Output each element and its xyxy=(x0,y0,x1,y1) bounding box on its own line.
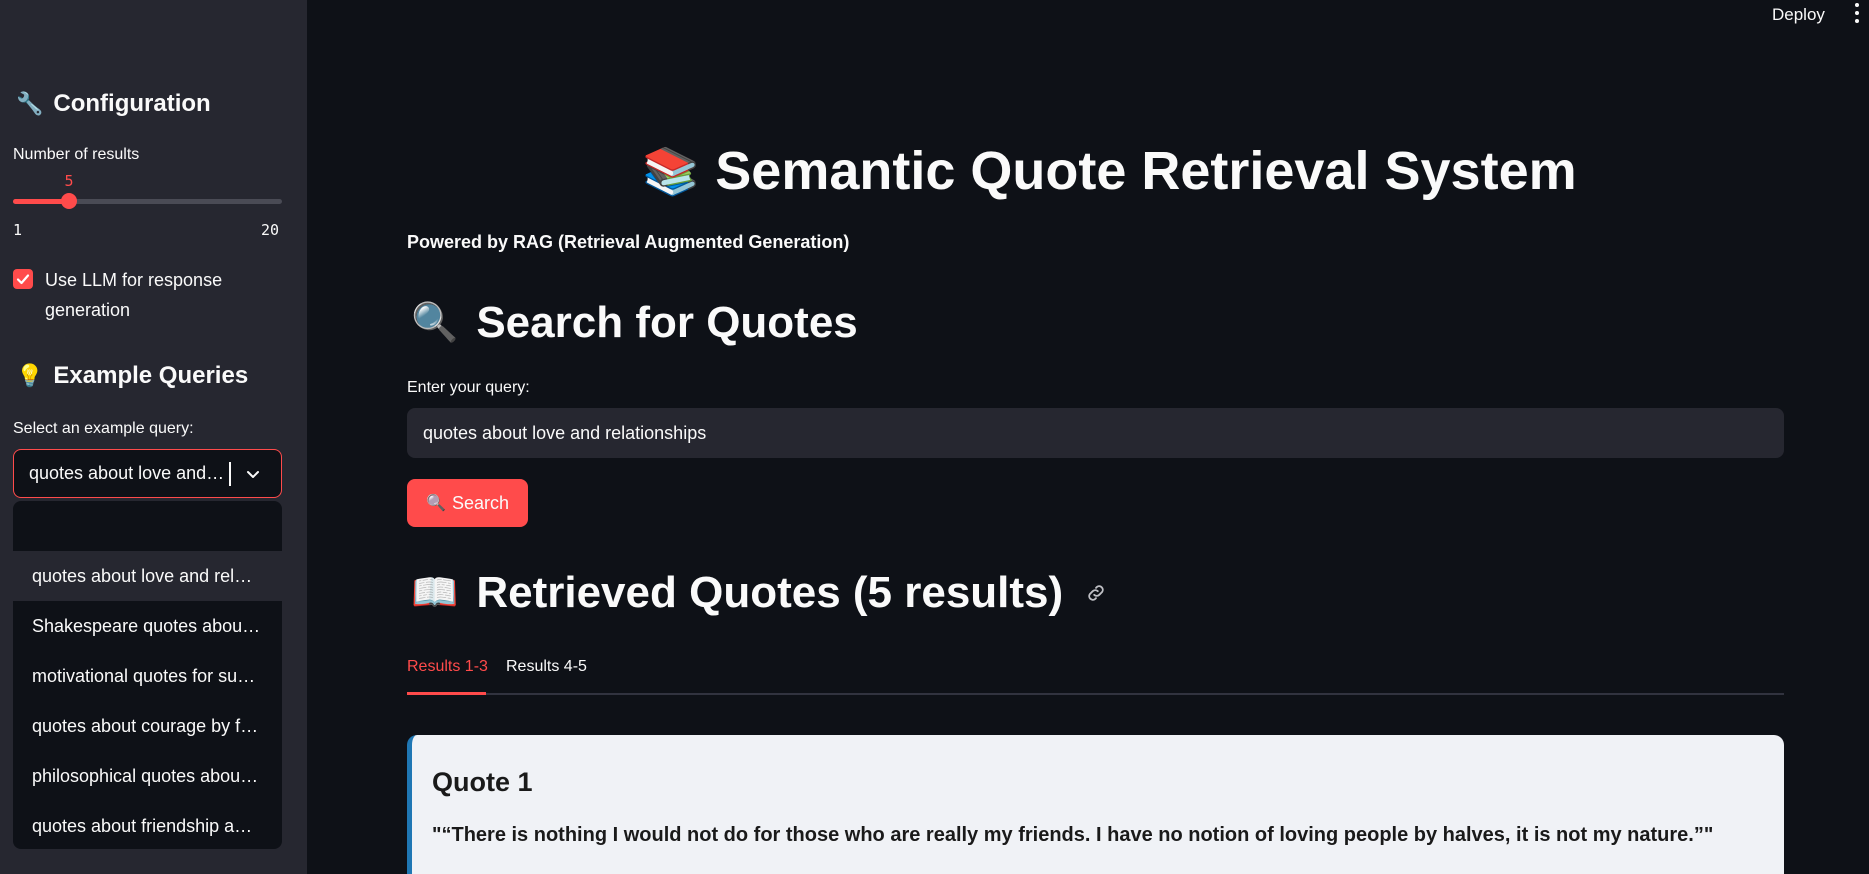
main-content: Deploy 📚 Semantic Quote Retrieval System… xyxy=(307,0,1869,874)
active-tab-indicator xyxy=(407,692,486,695)
example-query-select[interactable]: quotes about love and relationships xyxy=(13,449,282,498)
slider-min-label: 1 xyxy=(13,221,23,239)
search-heading-text: Search for Quotes xyxy=(476,298,858,347)
tab-results-4-5[interactable]: Results 4-5 xyxy=(506,658,587,676)
dropdown-option-empty[interactable] xyxy=(13,501,282,551)
dropdown-option[interactable]: philosophical quotes about life xyxy=(13,751,282,801)
dropdown-option[interactable]: Shakespeare quotes about life xyxy=(13,601,282,651)
configuration-heading: 🔧 Configuration xyxy=(16,90,211,118)
magnifier-icon: 🔍 xyxy=(411,302,459,344)
page-title: 📚 Semantic Quote Retrieval System xyxy=(642,140,1577,202)
option-label: quotes about friendship and loyalty xyxy=(32,815,262,836)
query-input[interactable]: quotes about love and relationships xyxy=(407,408,1784,458)
tab-results-1-3[interactable]: Results 1-3 xyxy=(407,658,488,676)
page-subtitle: Powered by RAG (Retrieval Augmented Gene… xyxy=(407,232,850,252)
anchor-link-icon[interactable] xyxy=(1085,582,1107,604)
slider-thumb[interactable] xyxy=(61,193,77,209)
books-icon: 📚 xyxy=(642,144,700,197)
deploy-button[interactable]: Deploy xyxy=(1772,5,1825,25)
page-title-text: Semantic Quote Retrieval System xyxy=(715,141,1577,201)
dropdown-option[interactable]: quotes about love and relationships xyxy=(13,551,282,601)
slider-value: 5 xyxy=(64,172,74,190)
select-current-value: quotes about love and relationships xyxy=(29,463,226,483)
slider-max-label: 20 xyxy=(261,221,280,239)
dropdown-option[interactable]: quotes about friendship and loyalty xyxy=(13,801,282,849)
option-label: motivational quotes for success xyxy=(32,665,262,686)
open-book-icon: 📖 xyxy=(411,572,459,614)
results-heading: 📖 Retrieved Quotes (5 results) xyxy=(411,568,1107,618)
wrench-icon: 🔧 xyxy=(16,91,44,116)
search-button[interactable]: 🔍 Search xyxy=(407,479,528,527)
kebab-menu-icon[interactable] xyxy=(1855,3,1859,23)
option-label: philosophical quotes about life xyxy=(32,765,262,786)
chevron-down-icon[interactable] xyxy=(245,466,261,482)
dropdown-option[interactable]: motivational quotes for success xyxy=(13,651,282,701)
option-label: Shakespeare quotes about life xyxy=(32,615,262,636)
example-queries-heading: 💡 Example Queries xyxy=(16,362,248,390)
example-query-dropdown: quotes about love and relationships Shak… xyxy=(13,501,282,849)
lightbulb-icon: 💡 xyxy=(16,363,44,388)
quote-text: "“There is nothing I would not do for th… xyxy=(432,824,1714,846)
use-llm-label[interactable]: Use LLM for response generation xyxy=(45,265,275,325)
query-label: Enter your query: xyxy=(407,379,530,396)
results-tabs: Results 1-3 Results 4-5 xyxy=(407,652,1784,695)
option-label: quotes about courage by famous authors xyxy=(32,715,262,736)
checkmark-icon xyxy=(16,274,30,285)
quote-card: Quote 1 "“There is nothing I would not d… xyxy=(407,735,1784,874)
results-heading-text: Retrieved Quotes (5 results) xyxy=(476,568,1064,617)
text-cursor xyxy=(229,461,231,486)
number-of-results-label: Number of results xyxy=(13,146,140,163)
search-button-label: Search xyxy=(451,492,509,513)
search-icon: 🔍 xyxy=(426,495,446,512)
sidebar: 🔧 Configuration Number of results 5 1 20… xyxy=(0,0,307,874)
option-label: quotes about love and relationships xyxy=(32,565,262,586)
configuration-title: Configuration xyxy=(53,90,211,117)
quote-heading: Quote 1 xyxy=(432,767,533,797)
use-llm-checkbox[interactable] xyxy=(13,269,33,289)
example-queries-title: Example Queries xyxy=(53,362,249,389)
dropdown-option[interactable]: quotes about courage by famous authors xyxy=(13,701,282,751)
number-of-results-slider[interactable] xyxy=(13,193,282,209)
search-heading: 🔍 Search for Quotes xyxy=(411,298,858,348)
select-example-label: Select an example query: xyxy=(13,420,194,437)
